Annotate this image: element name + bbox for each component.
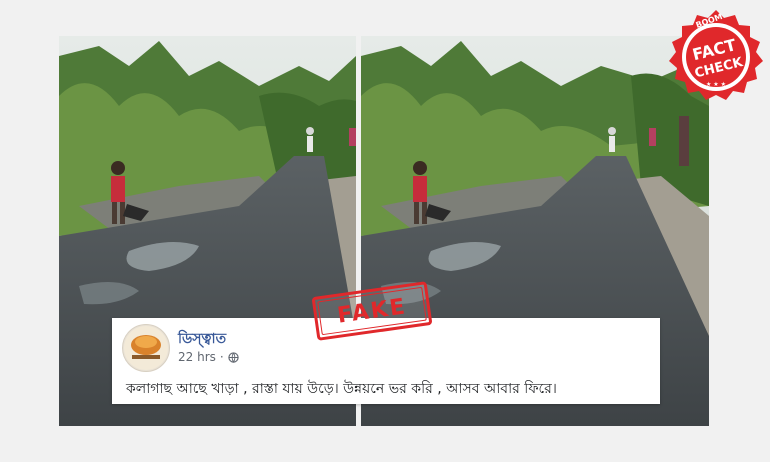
fake-stamp-label: FAKE (335, 293, 409, 329)
page-name[interactable]: ডিস্ত্বাত (178, 327, 226, 351)
separator-dot: · (219, 350, 224, 364)
boom-fact-check-badge: BOOM FACT CHECK ★ ★ ★ (669, 10, 763, 100)
avatar-logo-icon (124, 326, 168, 370)
badge-stars: ★ ★ ★ (706, 81, 726, 88)
post-time[interactable]: 22 hrs (178, 350, 216, 364)
post-text: কলাগাছ আছে খাড়া , রাস্তা যায় উড়ে। উন্… (126, 381, 557, 397)
avatar[interactable] (122, 324, 170, 372)
post-meta: 22 hrs · (178, 350, 239, 364)
globe-icon (228, 351, 239, 363)
